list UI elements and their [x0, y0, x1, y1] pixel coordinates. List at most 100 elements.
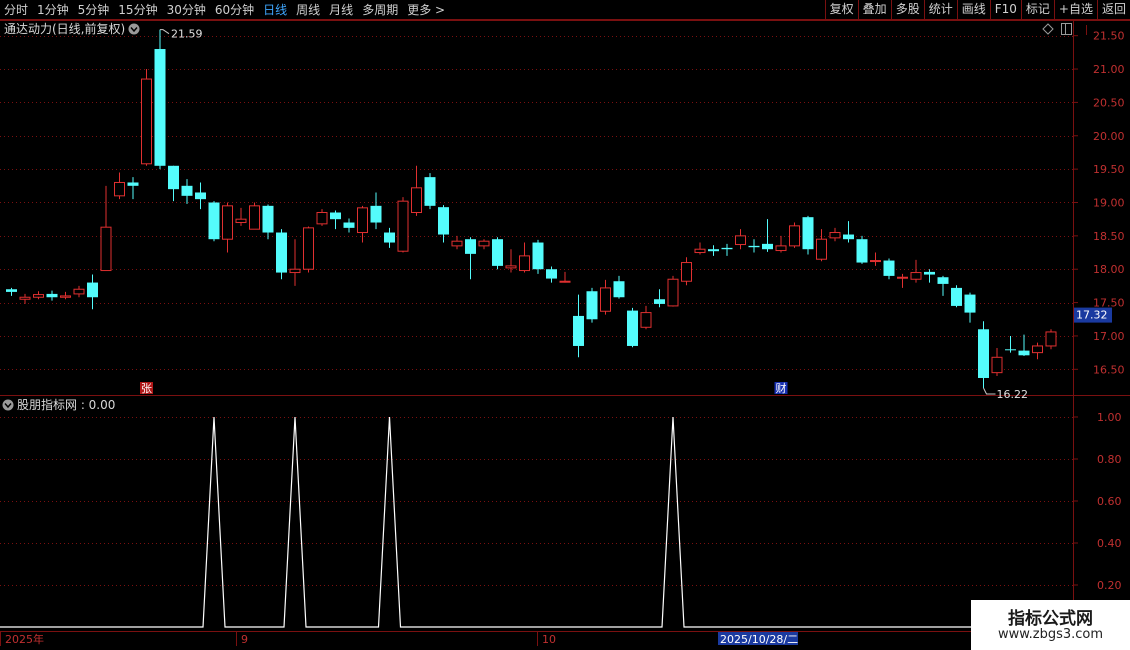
candle-30 [411, 165, 422, 216]
candle-50 [681, 257, 692, 286]
candle-body [991, 356, 1003, 374]
candle-22 [303, 226, 314, 273]
candle-body [1005, 349, 1016, 351]
candle-body [451, 240, 463, 247]
event-marker: 财 [774, 381, 788, 395]
price-label: 20.50 [1093, 96, 1125, 109]
candle-body [154, 49, 166, 166]
time-label: 9 [241, 633, 248, 646]
price-label: 18.00 [1093, 263, 1125, 276]
candle-52 [708, 245, 719, 256]
candle-body [411, 187, 422, 214]
candle-7 [100, 185, 112, 272]
candle-55 [748, 239, 760, 253]
candle-46 [627, 307, 638, 348]
event-marker-label: 财 [776, 381, 787, 395]
candle-74 [1005, 335, 1016, 353]
candle-8 [114, 172, 125, 200]
candle-body [46, 293, 58, 298]
indicator-dropdown-icon[interactable] [2, 399, 14, 411]
indicator-title: 股朋指标网 : 0.00 [17, 397, 115, 412]
candle-28 [384, 227, 395, 248]
price-label: 17.00 [1093, 330, 1125, 343]
candle-3 [46, 290, 58, 301]
candle-body [964, 294, 976, 313]
candle-body [856, 239, 868, 263]
candle-62 [843, 221, 854, 243]
high-annotation: 21.59 [160, 28, 203, 41]
candle-68 [924, 269, 935, 283]
candle-53 [721, 243, 733, 256]
candle-body [384, 232, 395, 243]
candle-body [100, 226, 112, 272]
candle-body [775, 245, 787, 252]
candle-57 [775, 235, 787, 253]
candle-25 [343, 218, 355, 233]
candle-9 [127, 177, 139, 200]
candle-0 [6, 287, 17, 296]
candle-body [897, 276, 908, 279]
candle-54 [735, 229, 746, 250]
candle-body [303, 227, 314, 270]
low-annotation: 16.22 [983, 387, 1028, 401]
candle-13 [181, 179, 193, 204]
price-label: 21.00 [1093, 63, 1125, 76]
candle-body [289, 268, 301, 274]
watermark-title: 指标公式网 [1008, 609, 1093, 629]
price-label: 21.50 [1093, 30, 1125, 43]
current-price-tag: 17.32 [1074, 307, 1112, 323]
panel-toggle-icon[interactable] [1061, 23, 1072, 35]
candle-body [640, 312, 652, 328]
indicator-label: 0.20 [1097, 579, 1122, 592]
time-label: 10 [542, 633, 556, 646]
candle-24 [330, 210, 341, 230]
candle-33 [451, 235, 463, 250]
cursor-date-label: 2025/10/28/二 [718, 632, 798, 646]
candle-body [1018, 350, 1030, 356]
candle-34 [465, 237, 476, 280]
candle-body [708, 249, 719, 252]
candle-16 [222, 202, 233, 253]
candle-63 [856, 235, 868, 264]
candle-body [883, 260, 895, 276]
candle-29 [397, 197, 409, 253]
title-dropdown-icon[interactable] [128, 23, 140, 35]
candle-body [789, 225, 800, 247]
chart-title: 通达动力(日线,前复权) [4, 21, 125, 36]
candle-body [1032, 345, 1043, 354]
candle-body [924, 271, 935, 275]
indicator-label: 0.60 [1097, 495, 1122, 508]
candle-76 [1032, 342, 1043, 360]
candle-body [1045, 331, 1057, 347]
watermark: 指标公式网 www.zbgs3.com [971, 600, 1130, 650]
event-marker: 张 [140, 382, 153, 395]
candle-35 [478, 239, 490, 250]
candle-body [114, 181, 125, 197]
diamond-icon[interactable] [1042, 23, 1054, 35]
candle-body [802, 217, 814, 250]
time-label: 2025年 [5, 632, 44, 646]
candle-body [613, 281, 625, 298]
candle-65 [883, 258, 895, 280]
candle-body [195, 192, 206, 200]
svg-text:2025/10/28/二: 2025/10/28/二 [720, 633, 798, 646]
candle-body [519, 255, 530, 272]
watermark-url: www.zbgs3.com [997, 627, 1104, 642]
price-label: 18.50 [1093, 230, 1125, 243]
price-label: 20.00 [1093, 130, 1125, 143]
candle-36 [492, 237, 503, 270]
candle-69 [937, 275, 949, 296]
candle-body [694, 248, 706, 254]
candle-41 [559, 271, 571, 283]
candle-18 [249, 202, 260, 230]
candle-66 [897, 273, 908, 288]
candle-body [141, 78, 152, 165]
candle-42 [573, 294, 584, 358]
candle-body [60, 295, 71, 298]
candle-body [73, 288, 85, 295]
price-axis: 21.50 21.00 20.50 20.00 19.50 19.00 18.50 18.00… [1073, 30, 1125, 376]
candle-body [937, 277, 949, 284]
candle-1 [19, 293, 31, 304]
price-label: 19.50 [1093, 163, 1125, 176]
candle-11 [154, 29, 166, 170]
